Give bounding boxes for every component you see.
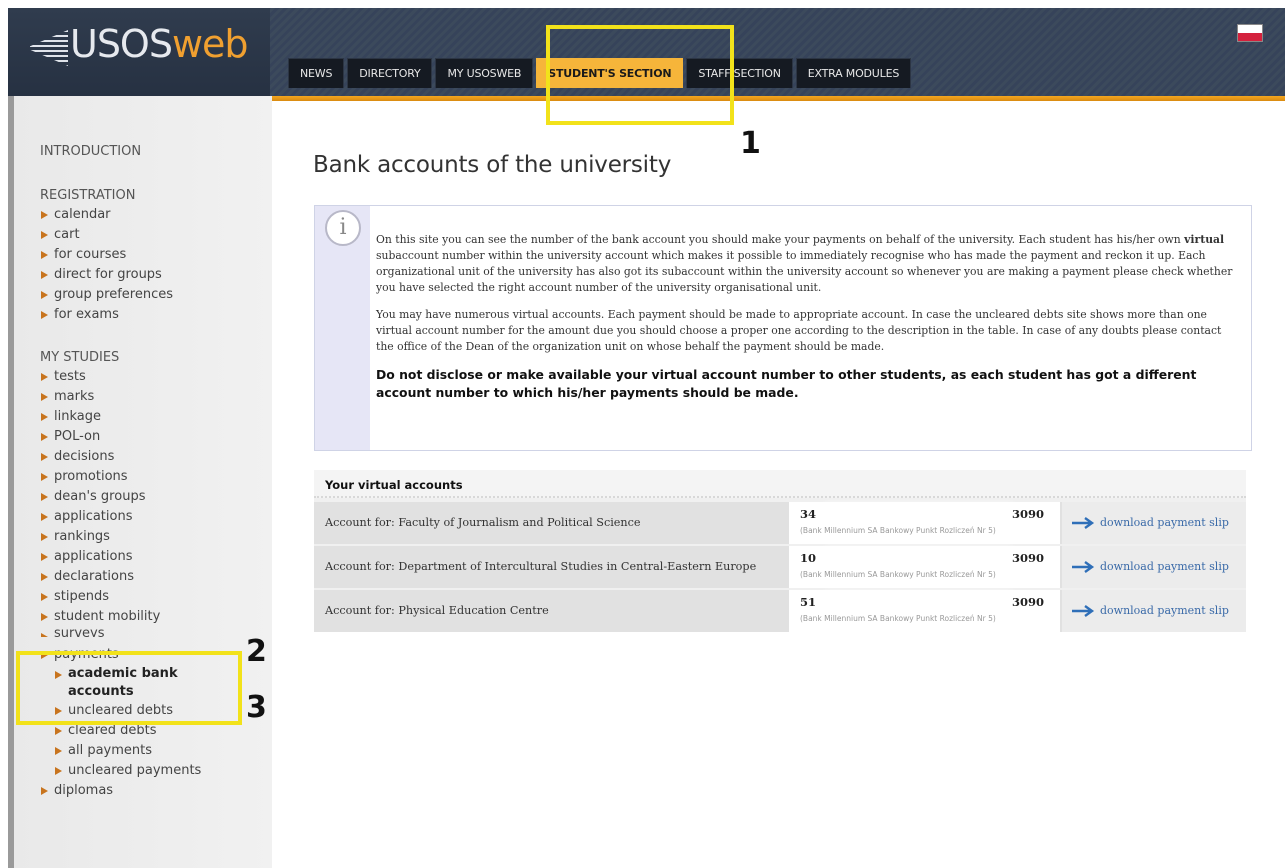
sidebar-item-cart[interactable]: cart [40,225,270,245]
account-label: Account for: Department of Intercultural… [325,560,757,573]
sidebar-item-marks[interactable]: marks [40,387,270,407]
sidebar-item-diplomas[interactable]: diplomas [40,781,270,801]
sidebar-item-for-exams[interactable]: for exams [40,305,270,325]
sidebar-item-uncleared-payments[interactable]: uncleared payments [40,761,270,781]
account-number-end: 3090 [1011,551,1044,565]
sidebar-item-promotions[interactable]: promotions [40,467,270,487]
tab-directory[interactable]: DIRECTORY [347,58,433,88]
table-header: Your virtual accounts [314,470,1246,498]
account-number-cell: 51 3090 (Bank Millennium SA Bankowy Punk… [789,590,1060,632]
info-text: On this site you can see the number of t… [376,232,1242,413]
info-strip: i [315,206,370,450]
redacted-mask [829,552,1009,564]
table-row: Account for: Faculty of Journalism and P… [314,502,1246,544]
info-warning: Do not disclose or make available your v… [376,367,1197,400]
logo-suffix: web [171,22,249,66]
sidebar-item-rankings[interactable]: rankings [40,527,270,547]
tab-my-usosweb[interactable]: MY USOSWEB [435,58,534,88]
arrow-right-icon [1072,517,1095,529]
info-box: i On this site you can see the number of… [314,205,1252,451]
account-number-end: 3090 [1011,595,1044,609]
redacted-mask [829,596,1009,608]
account-number-start: 51 [800,595,817,609]
annotation-box-1 [546,25,734,125]
account-label: Account for: Faculty of Journalism and P… [325,516,641,529]
logo-prefix: USOS [70,22,173,66]
sidebar-item-for-courses[interactable]: for courses [40,245,270,265]
sidebar-item-all-payments[interactable]: all payments [40,741,270,761]
sidebar-item-decisions[interactable]: decisions [40,447,270,467]
sidebar-item-deans-groups[interactable]: dean's groups [40,487,270,507]
sidebar-item-stipends[interactable]: stipends [40,587,270,607]
table-row: Account for: Physical Education Centre 5… [314,590,1246,632]
bank-name: (Bank Millennium SA Bankowy Punkt Rozlic… [800,570,996,579]
logo-mark-icon [30,30,68,66]
annotation-number-3: 3 [246,690,267,725]
info-icon: i [325,210,361,246]
account-number-start: 34 [800,507,817,521]
bank-name: (Bank Millennium SA Bankowy Punkt Rozlic… [800,526,996,535]
info-paragraph-1: On this site you can see the number of t… [376,233,1233,294]
download-cell: download payment slip [1062,590,1246,632]
sidebar-section-registration[interactable]: REGISTRATION [40,187,270,205]
redacted-mask [829,508,1009,520]
download-cell: download payment slip [1062,546,1246,588]
download-payment-slip-link[interactable]: download payment slip [1100,590,1229,632]
sidebar-item-direct-for-groups[interactable]: direct for groups [40,265,270,285]
account-number-cell: 10 3090 (Bank Millennium SA Bankowy Punk… [789,546,1060,588]
sidebar-item-group-preferences[interactable]: group preferences [40,285,270,305]
annotation-box-2-3 [16,651,242,725]
page-title: Bank accounts of the university [313,152,672,178]
sidebar-item-pol-on[interactable]: POL-on [40,427,270,447]
download-payment-slip-link[interactable]: download payment slip [1100,546,1229,588]
sidebar-section-introduction[interactable]: INTRODUCTION [40,143,270,161]
logo[interactable]: USOSweb [8,8,270,96]
arrow-right-icon [1072,605,1095,617]
polish-flag-icon[interactable] [1237,24,1263,42]
annotation-number-2: 2 [246,634,267,669]
account-number-end: 3090 [1011,507,1044,521]
account-number-cell: 34 3090 (Bank Millennium SA Bankowy Punk… [789,502,1060,544]
table-row: Account for: Department of Intercultural… [314,546,1246,588]
sidebar-item-calendar[interactable]: calendar [40,205,270,225]
sidebar-item-tests[interactable]: tests [40,367,270,387]
annotation-number-1: 1 [740,126,761,161]
info-paragraph-2: You may have numerous virtual accounts. … [376,308,1222,353]
sidebar-section-my-studies[interactable]: MY STUDIES [40,349,270,367]
sidebar-item-linkage[interactable]: linkage [40,407,270,427]
sidebar-item-surveys[interactable]: surveys [40,627,270,637]
sidebar-item-student-mobility[interactable]: student mobility [40,607,270,627]
tab-news[interactable]: NEWS [288,58,345,88]
account-label: Account for: Physical Education Centre [325,604,549,617]
download-payment-slip-link[interactable]: download payment slip [1100,502,1229,544]
download-cell: download payment slip [1062,502,1246,544]
tab-extra-modules[interactable]: EXTRA MODULES [795,58,912,88]
virtual-accounts-table: Your virtual accounts Account for: Facul… [314,470,1246,632]
sidebar-item-declarations[interactable]: declarations [40,567,270,587]
account-number-start: 10 [800,551,817,565]
arrow-right-icon [1072,561,1095,573]
sidebar-item-applications-2[interactable]: applications [40,547,270,567]
sidebar-item-applications[interactable]: applications [40,507,270,527]
bank-name: (Bank Millennium SA Bankowy Punkt Rozlic… [800,614,996,623]
